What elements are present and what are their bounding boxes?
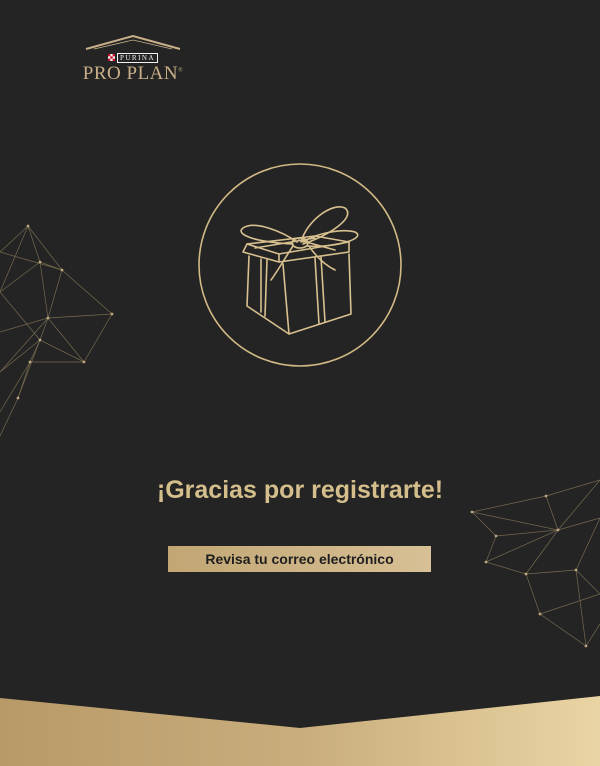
gift-box-icon [198,163,402,367]
left-geometric-decoration [0,224,114,437]
brand-name: PRO PLAN® [80,63,186,85]
purina-wordmark: PURINA [80,53,186,63]
gift-illustration [197,162,403,368]
footer-gold-band [0,696,600,766]
pro-plan-logo: PURINA PRO PLAN® [80,34,186,86]
checkerboard-icon [107,54,115,61]
roof-icon [85,34,181,50]
email-page: PURINA PRO PLAN® ¡Gracias por registrart… [0,0,600,766]
purina-label: PURINA [116,53,159,63]
brand-name-text: PRO PLAN [82,63,179,84]
trademark: ® [178,67,184,74]
check-email-button[interactable]: Revisa tu correo electrónico [168,546,431,572]
page-title: ¡Gracias por registrarte! [156,476,444,504]
